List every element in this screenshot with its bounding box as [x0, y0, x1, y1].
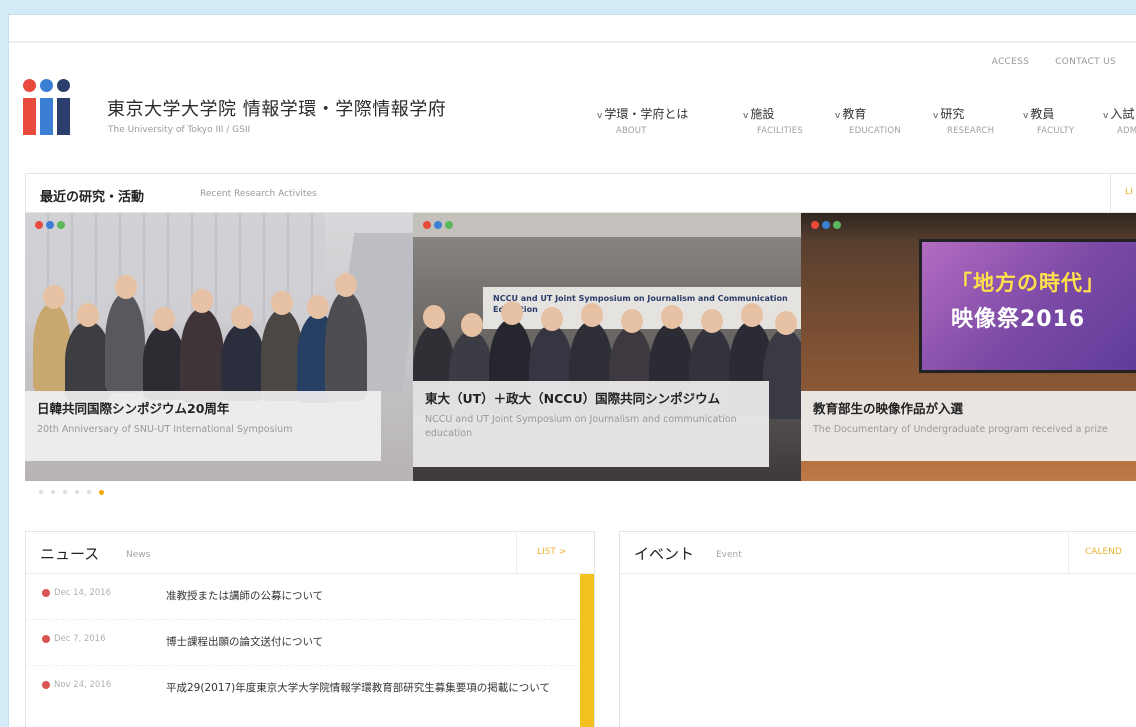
nav-faculty[interactable]: v 教員 FACULTY: [1023, 105, 1074, 136]
pager-dot-2[interactable]: [51, 490, 55, 494]
news-item[interactable]: Nov 24, 2016 平成29(2017)年度東京大学大学院情報学環教育部研…: [26, 666, 582, 712]
global-nav: v 学環・学府とは ABOUT v 施設 FACILITIES v 教育 EDUCAT…: [597, 105, 1136, 145]
logo-bar-navy: [57, 98, 70, 135]
screen-text-2: 映像祭2016: [951, 307, 1086, 332]
site-subtitle: The University of Tokyo III / GSII: [108, 125, 251, 135]
pager-dot-4[interactable]: [75, 490, 79, 494]
nav-facilities[interactable]: v 施設 FACILITIES: [743, 105, 803, 136]
events-header: イベント Event CALEND: [620, 532, 1136, 574]
news-scrollbar[interactable]: [580, 574, 594, 727]
site-logo[interactable]: [23, 79, 87, 135]
nav-education[interactable]: v 教育 EDUCATION: [835, 105, 901, 136]
slide-2-desc: NCCU and UT Joint Symposium on Journalis…: [425, 414, 737, 439]
top-divider: [9, 41, 1136, 43]
logo-dot-blue: [40, 79, 53, 92]
slide-1-desc: 20th Anniversary of SNU-UT International…: [37, 424, 293, 435]
news-date: Dec 7, 2016: [54, 634, 106, 644]
logo-bar-red: [23, 98, 36, 135]
slide-1-dots: [35, 221, 65, 229]
recent-research-subtitle: Recent Research Activites: [200, 189, 317, 199]
logo-bar-blue: [40, 98, 53, 135]
news-date: Dec 14, 2016: [54, 588, 112, 598]
nav-about[interactable]: v 学環・学府とは ABOUT: [597, 105, 688, 136]
events-subtitle: Event: [716, 550, 742, 560]
news-date: Nov 24, 2016: [54, 680, 112, 690]
news-text[interactable]: 准教授または講師の公募について: [166, 586, 582, 606]
news-panel: ニュース News LIST > Dec 14, 2016 准教授または講師の公…: [25, 531, 595, 727]
slide-1[interactable]: 日韓共同国際シンポジウム20周年 20th Anniversary of SNU…: [25, 213, 413, 481]
research-slider: 日韓共同国際シンポジウム20周年 20th Anniversary of SNU…: [25, 213, 1136, 481]
nav-research[interactable]: v 研究 RESEARCH: [933, 105, 994, 136]
pager-dot-1[interactable]: [39, 490, 43, 494]
slide-2[interactable]: NCCU and UT Joint Symposium on Journalis…: [413, 213, 801, 481]
alert-icon: [42, 681, 50, 689]
alert-icon: [42, 635, 50, 643]
pager-dot-5[interactable]: [87, 490, 91, 494]
slider-pager: [39, 490, 104, 495]
page: ACCESS CONTACT US 東京大学大学院 情報学環・学際情報学府 Th…: [8, 14, 1136, 727]
news-subtitle: News: [126, 550, 151, 560]
events-panel: イベント Event CALEND: [619, 531, 1136, 727]
chevron-down-icon: v: [933, 111, 939, 121]
chevron-down-icon: v: [743, 111, 749, 121]
pager-dot-3[interactable]: [63, 490, 67, 494]
site-title[interactable]: 東京大学大学院 情報学環・学際情報学府: [107, 95, 446, 121]
pager-dot-6[interactable]: [99, 490, 104, 495]
news-header: ニュース News LIST >: [26, 532, 594, 574]
utility-nav: ACCESS CONTACT US: [992, 57, 1116, 67]
chevron-down-icon: v: [1023, 111, 1029, 121]
news-item[interactable]: Dec 14, 2016 准教授または講師の公募について: [26, 574, 582, 620]
logo-dot-red: [23, 79, 36, 92]
contact-link[interactable]: CONTACT US: [1055, 57, 1116, 67]
slide-3-dots: [811, 221, 841, 229]
slide-2-dots: [423, 221, 453, 229]
slide-3-title: 教育部生の映像作品が入選: [813, 401, 964, 416]
news-list: Dec 14, 2016 准教授または講師の公募について Dec 7, 2016…: [26, 574, 582, 712]
calendar-button[interactable]: CALEND: [1068, 532, 1136, 574]
news-item[interactable]: Dec 7, 2016 博士課程出願の論文送付について: [26, 620, 582, 666]
logo-dot-navy: [57, 79, 70, 92]
screen-text-1: 「地方の時代」: [951, 271, 1105, 295]
news-text[interactable]: 平成29(2017)年度東京大学大学院情報学環教育部研究生募集要項の掲載について: [166, 678, 582, 698]
recent-research-list-button[interactable]: LI: [1110, 174, 1136, 212]
recent-research-title: 最近の研究・活動: [40, 190, 145, 205]
alert-icon: [42, 589, 50, 597]
events-title: イベント: [634, 545, 695, 563]
slide-1-title: 日韓共同国際シンポジウム20周年: [37, 401, 230, 416]
recent-research-header: 最近の研究・活動 Recent Research Activites LI: [25, 173, 1136, 213]
chevron-down-icon: v: [1103, 111, 1109, 121]
chevron-down-icon: v: [597, 111, 603, 121]
news-text[interactable]: 博士課程出願の論文送付について: [166, 632, 582, 652]
news-list-button[interactable]: LIST >: [516, 532, 594, 574]
nav-admissions[interactable]: v 入試 ADM: [1103, 105, 1136, 136]
news-title: ニュース: [40, 545, 100, 563]
slide-2-caption[interactable]: 東大（UT）＋政大（NCCU）国際共同シンポジウム NCCU and UT Jo…: [413, 381, 769, 467]
slide-2-title: 東大（UT）＋政大（NCCU）国際共同シンポジウム: [425, 391, 721, 406]
slide-3-desc: The Documentary of Undergraduate program…: [813, 424, 1108, 435]
slide-3-caption[interactable]: 教育部生の映像作品が入選 The Documentary of Undergra…: [801, 391, 1136, 461]
access-link[interactable]: ACCESS: [992, 57, 1029, 67]
chevron-down-icon: v: [835, 111, 841, 121]
slide-1-caption[interactable]: 日韓共同国際シンポジウム20周年 20th Anniversary of SNU…: [25, 391, 381, 461]
slide-3[interactable]: 「地方の時代」 映像祭2016 教育部生の映像作品が入選 The Documen…: [801, 213, 1136, 481]
